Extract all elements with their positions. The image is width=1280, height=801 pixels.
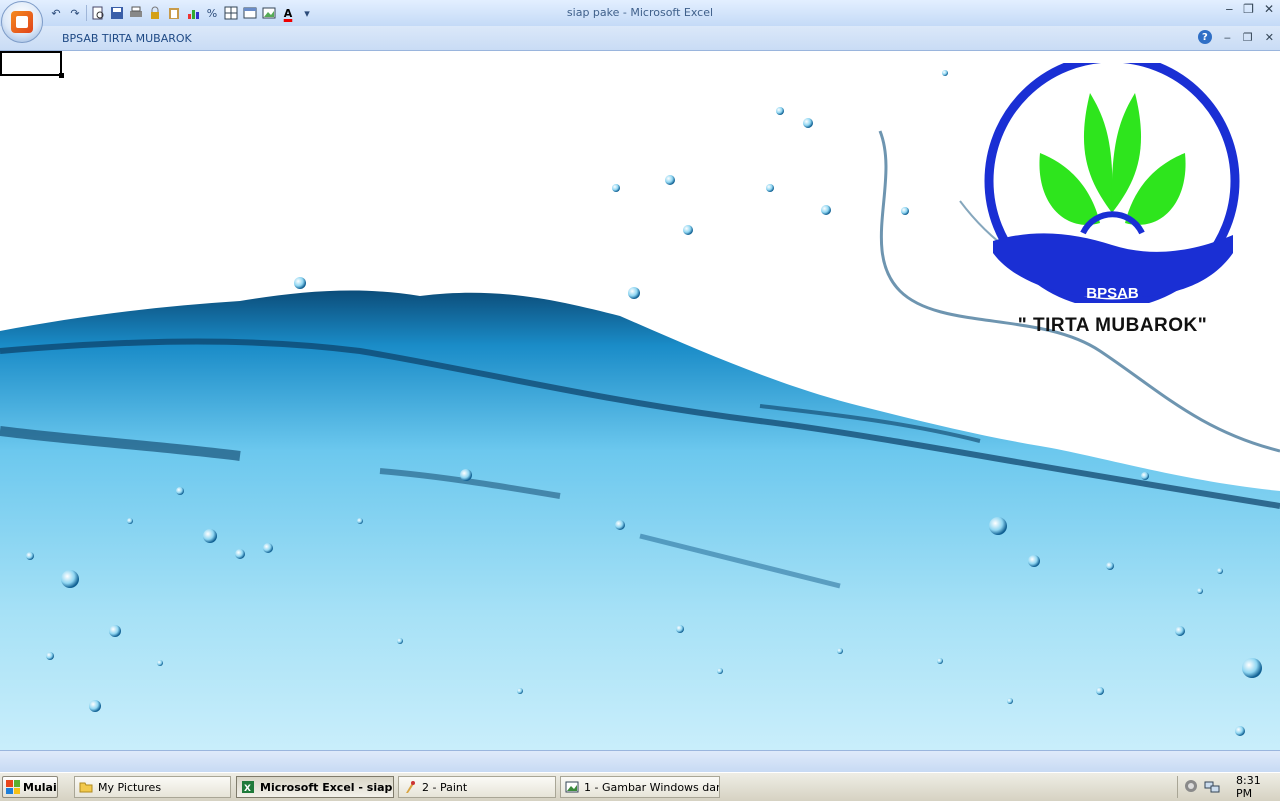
taskbar-item-gambar[interactable]: 1 - Gambar Windows dan... <box>560 776 720 798</box>
workbook-close-icon[interactable]: ✕ <box>1265 31 1274 44</box>
folder-icon <box>79 780 93 794</box>
bpsab-emblem-icon <box>984 53 1240 309</box>
office-logo-icon <box>11 11 33 33</box>
close-icon[interactable]: ✕ <box>1264 2 1274 16</box>
workbook-minimize-icon[interactable]: ‒ <box>1224 31 1231 44</box>
logo-name-text: " TIRTA MUBAROK" <box>1017 315 1208 336</box>
bpsab-logo: BPSAB " TIRTA MUBAROK" <box>975 53 1275 343</box>
workbook-title: BPSAB TIRTA MUBAROK <box>62 32 192 45</box>
taskbar-item-label: Microsoft Excel - siap ... <box>260 780 394 794</box>
workbook-bar: BPSAB TIRTA MUBAROK ? ‒ ❐ ✕ <box>0 26 1280 51</box>
logo-bpsab-text: BPSAB <box>1086 285 1139 302</box>
svg-text:X: X <box>244 784 251 794</box>
window-title: siap pake - Microsoft Excel <box>566 6 714 19</box>
title-bar: ↶ ↷ % A ▾ siap pake - Microsoft Excel ‒ … <box>0 0 1280 27</box>
network-icon[interactable] <box>1204 779 1220 796</box>
help-icon[interactable]: ? <box>1197 30 1212 44</box>
active-cell[interactable] <box>0 51 64 78</box>
office-button[interactable] <box>1 1 43 43</box>
taskbar-item-excel[interactable]: X Microsoft Excel - siap ... <box>236 776 394 798</box>
windows-flag-icon <box>6 780 20 794</box>
worksheet[interactable]: BPSAB " TIRTA MUBAROK" <box>0 51 1280 750</box>
system-tray: 8:31 PM <box>1177 774 1280 800</box>
workbook-controls: ? ‒ ❐ ✕ <box>1197 30 1274 44</box>
paint-icon <box>403 780 417 794</box>
window-controls: ‒ ❐ ✕ <box>1226 2 1274 16</box>
security-icon[interactable] <box>1184 779 1198 796</box>
excel-icon: X <box>241 780 255 794</box>
taskbar-item-label: 1 - Gambar Windows dan... <box>584 780 720 794</box>
taskbar-item-my-pictures[interactable]: My Pictures <box>74 776 231 798</box>
start-label: Mulai <box>23 780 57 794</box>
restore-icon[interactable]: ❐ <box>1243 2 1254 16</box>
taskbar-item-paint[interactable]: 2 - Paint <box>398 776 556 798</box>
start-button[interactable]: Mulai <box>2 776 58 798</box>
taskbar-item-label: 2 - Paint <box>422 780 468 794</box>
image-icon <box>565 780 579 794</box>
clock[interactable]: 8:31 PM <box>1236 774 1280 800</box>
status-bar <box>0 750 1280 773</box>
taskbar-item-label: My Pictures <box>98 780 162 794</box>
minimize-icon[interactable]: ‒ <box>1226 2 1234 16</box>
workbook-restore-icon[interactable]: ❐ <box>1243 31 1253 44</box>
taskbar: Mulai My Pictures X Microsoft Excel - si… <box>0 772 1280 801</box>
